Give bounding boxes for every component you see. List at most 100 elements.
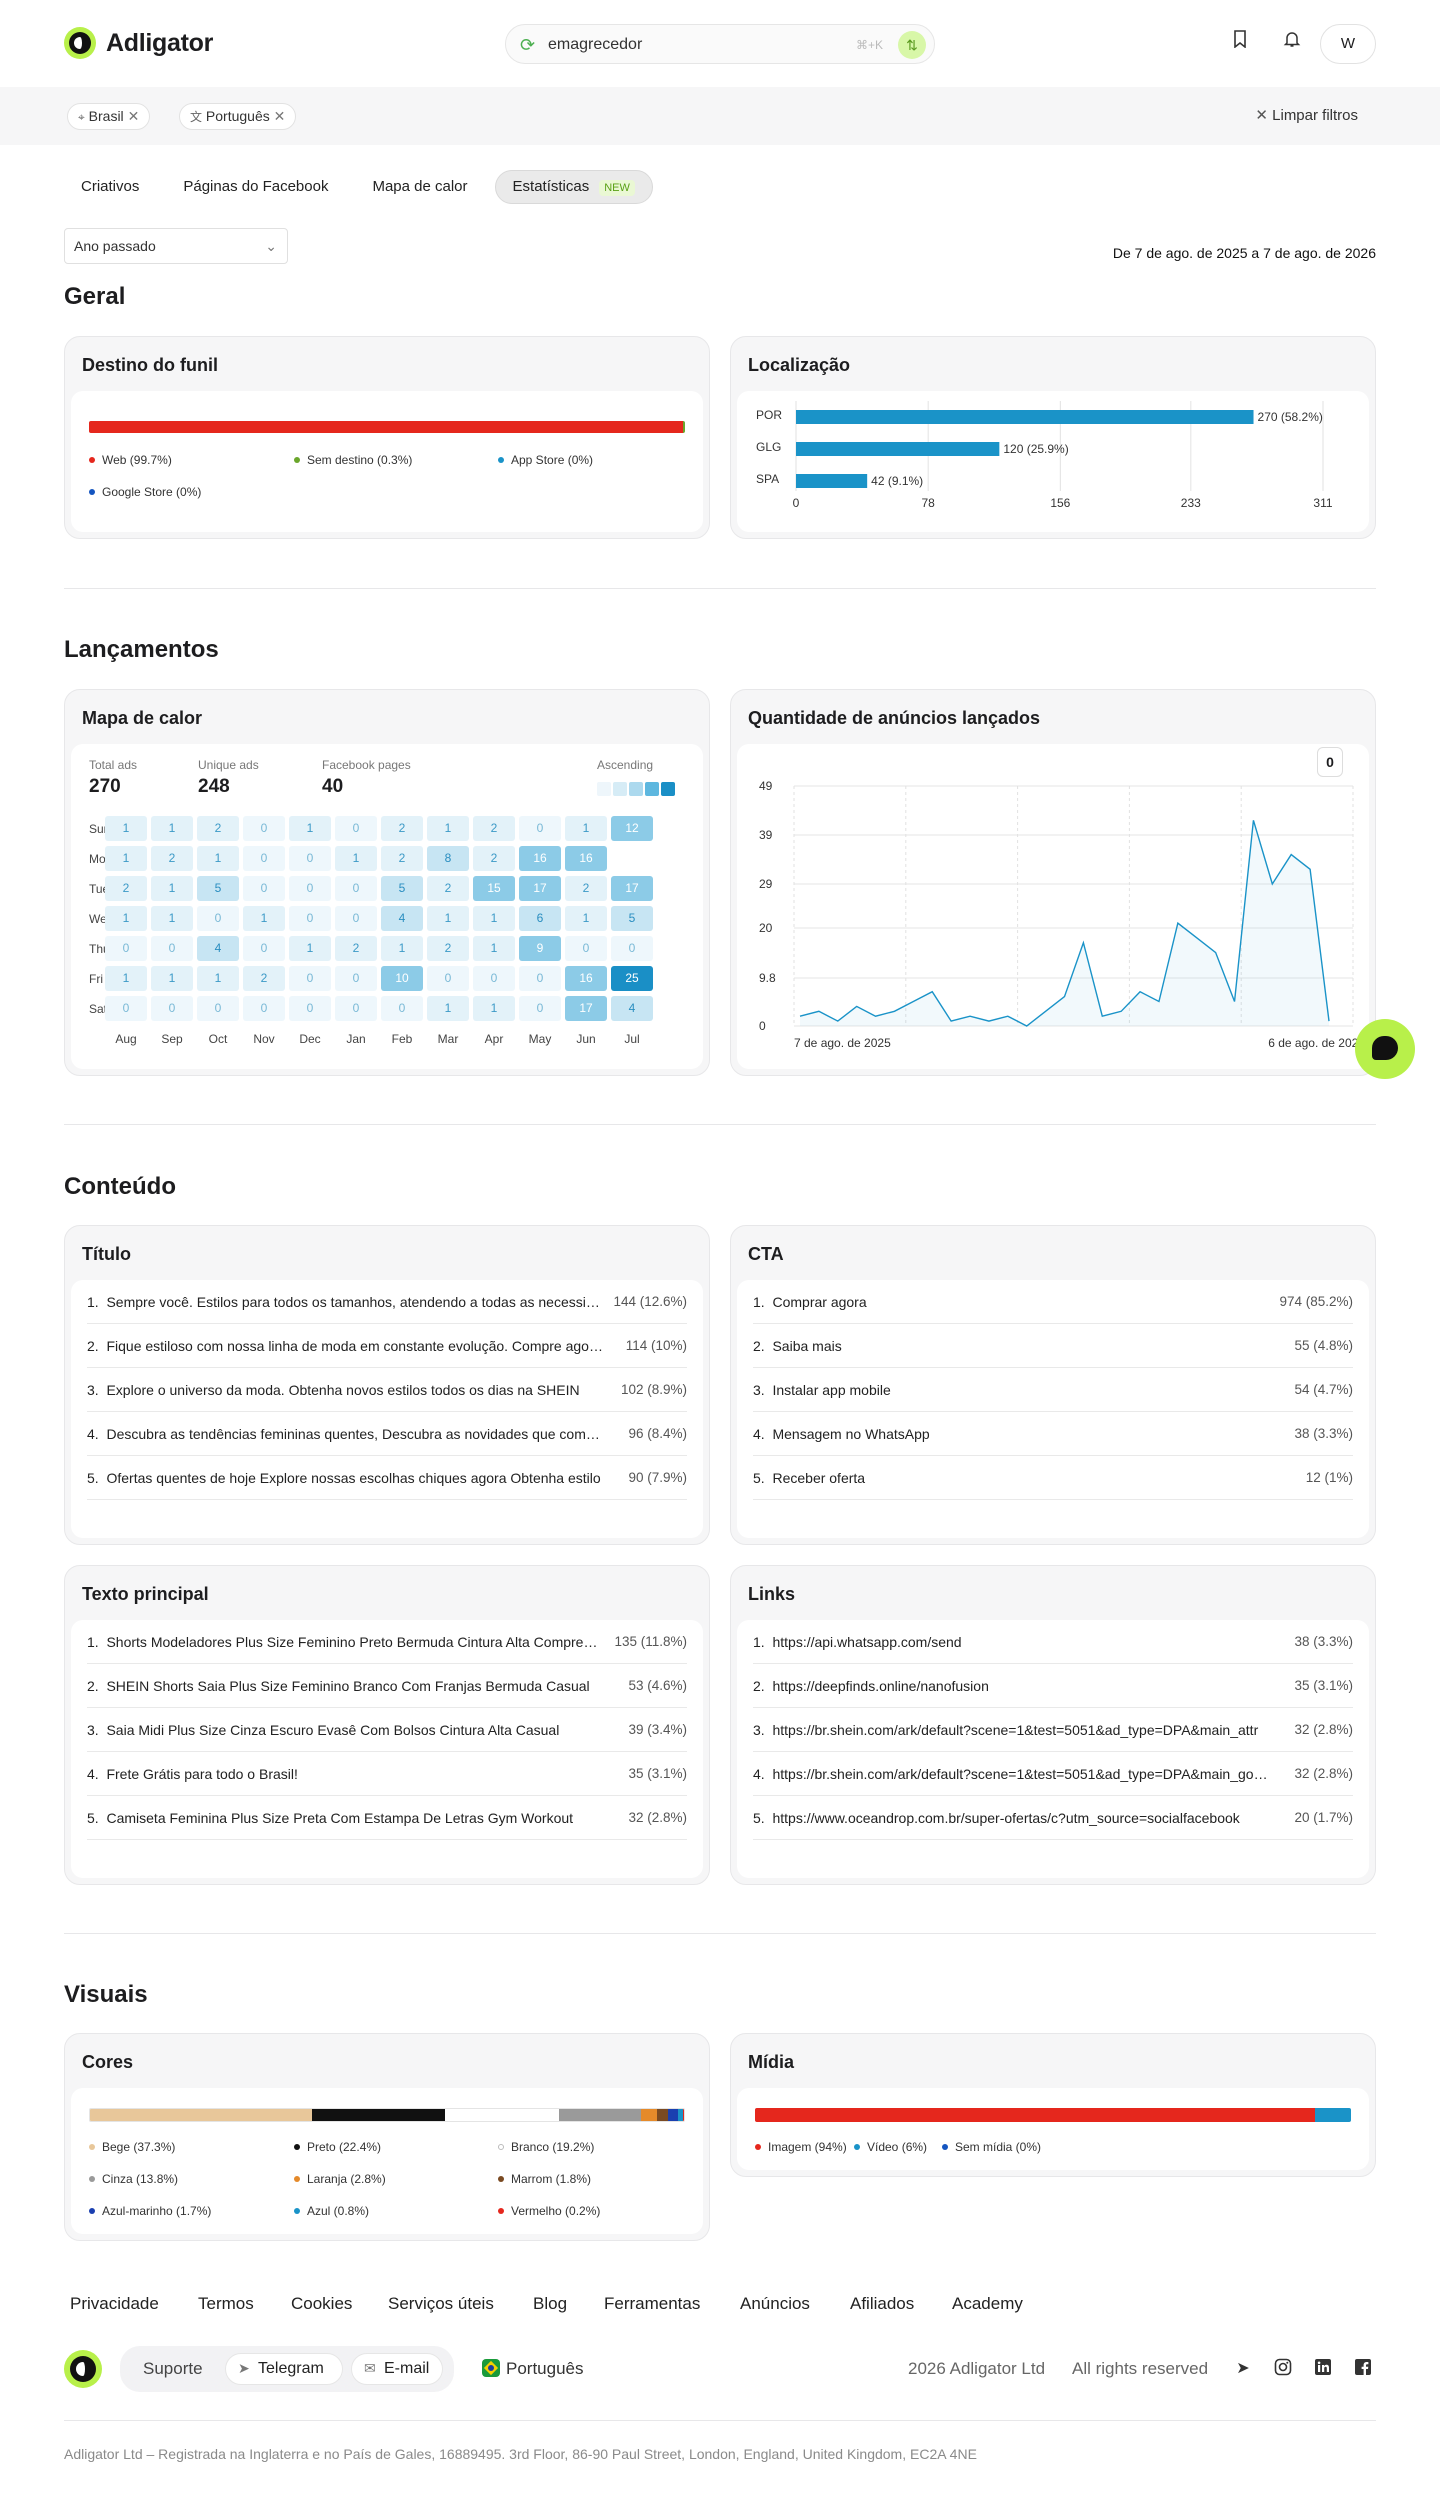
heatmap-cell[interactable]: 0 (335, 816, 377, 841)
heatmap-cell[interactable]: 1 (105, 966, 147, 991)
list-item[interactable]: 5. Ofertas quentes de hoje Explore nossa… (87, 1456, 687, 1500)
heatmap-cell[interactable]: 0 (335, 876, 377, 901)
heatmap-cell[interactable]: 0 (289, 876, 331, 901)
heatmap-cell[interactable]: 2 (381, 816, 423, 841)
list-item[interactable]: 3. Explore o universo da moda. Obtenha n… (87, 1368, 687, 1412)
heatmap-cell[interactable]: 2 (243, 966, 285, 991)
heatmap-cell[interactable]: 0 (473, 966, 515, 991)
linkedin-icon[interactable] (1312, 2358, 1334, 2380)
heatmap-cell[interactable]: 1 (289, 816, 331, 841)
email-button[interactable]: ✉ E-mail (351, 2353, 443, 2385)
footer-logo-icon[interactable] (64, 2350, 102, 2388)
period-select[interactable]: Ano passado ⌄ (64, 228, 288, 264)
heatmap-cell[interactable]: 1 (427, 906, 469, 931)
heatmap-cell[interactable]: 1 (151, 816, 193, 841)
facebook-icon[interactable] (1352, 2358, 1374, 2380)
close-icon[interactable]: ✕ (274, 108, 286, 124)
list-item[interactable]: 2. Saiba mais 55 (4.8%) (753, 1324, 1353, 1368)
heatmap-cell[interactable]: 2 (105, 876, 147, 901)
heatmap-cell[interactable]: 0 (197, 906, 239, 931)
heatmap-cell[interactable]: 0 (335, 966, 377, 991)
telegram-icon[interactable]: ➤ (1232, 2358, 1254, 2380)
heatmap-cell[interactable]: 1 (197, 966, 239, 991)
heatmap-cell[interactable]: 1 (427, 816, 469, 841)
list-item[interactable]: 1. Shorts Modeladores Plus Size Feminino… (87, 1620, 687, 1664)
heatmap-cell[interactable]: 0 (243, 816, 285, 841)
list-item[interactable]: 2. SHEIN Shorts Saia Plus Size Feminino … (87, 1664, 687, 1708)
heatmap-cell[interactable]: 5 (611, 906, 653, 931)
heatmap-cell[interactable]: 4 (611, 996, 653, 1021)
heatmap-cell[interactable]: 5 (197, 876, 239, 901)
heatmap-cell[interactable]: 2 (151, 846, 193, 871)
avatar[interactable]: W (1320, 24, 1376, 64)
footer-link-cookies[interactable]: Cookies (291, 2294, 352, 2314)
list-item[interactable]: 1. Sempre você. Estilos para todos os ta… (87, 1280, 687, 1324)
list-item[interactable]: 5. Camiseta Feminina Plus Size Preta Com… (87, 1796, 687, 1840)
heatmap-cell[interactable]: 2 (427, 936, 469, 961)
heatmap-cell[interactable]: 1 (473, 936, 515, 961)
list-item[interactable]: 2. Fique estiloso com nossa linha de mod… (87, 1324, 687, 1368)
footer-link-tools[interactable]: Ferramentas (604, 2294, 700, 2314)
list-item[interactable]: 3. Instalar app mobile 54 (4.7%) (753, 1368, 1353, 1412)
heatmap-cell[interactable]: 0 (611, 936, 653, 961)
heatmap-cell[interactable]: 0 (243, 936, 285, 961)
footer-link-privacy[interactable]: Privacidade (70, 2294, 159, 2314)
heatmap-cell[interactable]: 1 (473, 906, 515, 931)
heatmap-cell[interactable]: 17 (519, 876, 561, 901)
list-item[interactable]: 4. Descubra as tendências femininas quen… (87, 1412, 687, 1456)
heatmap-cell[interactable]: 0 (335, 996, 377, 1021)
heatmap-cell[interactable]: 0 (381, 996, 423, 1021)
search-input[interactable]: ⟳ emagrecedor ⌘+K ⇅ (505, 24, 935, 64)
telegram-button[interactable]: ➤ Telegram (225, 2353, 343, 2385)
language-selector[interactable]: Português (482, 2359, 584, 2379)
heatmap-cell[interactable]: 0 (197, 996, 239, 1021)
list-item[interactable]: 5. https://www.oceandrop.com.br/super-of… (753, 1796, 1353, 1840)
heatmap-cell[interactable]: 8 (427, 846, 469, 871)
heatmap-cell[interactable]: 12 (611, 816, 653, 841)
heatmap-cell[interactable]: 2 (473, 846, 515, 871)
heatmap-cell[interactable]: 25 (611, 966, 653, 991)
filter-chip-country[interactable]: ⌖ Brasil ✕ (67, 103, 151, 130)
list-item[interactable]: 1. Comprar agora 974 (85.2%) (753, 1280, 1353, 1324)
bookmark-icon[interactable] (1228, 30, 1252, 54)
footer-link-blog[interactable]: Blog (533, 2294, 567, 2314)
heatmap-cell[interactable]: 4 (381, 906, 423, 931)
heatmap-cell[interactable]: 4 (197, 936, 239, 961)
heatmap-cell[interactable]: 0 (519, 996, 561, 1021)
brand-logo[interactable]: Adligator (64, 27, 213, 59)
heatmap-cell[interactable]: 0 (151, 936, 193, 961)
heatmap-cell[interactable]: 15 (473, 876, 515, 901)
tab-facebook-pages[interactable]: Páginas do Facebook (166, 170, 345, 204)
heatmap-cell[interactable]: 0 (243, 846, 285, 871)
heatmap-cell[interactable]: 1 (381, 936, 423, 961)
heatmap-cell[interactable]: 1 (151, 876, 193, 901)
filter-chip-language[interactable]: 文 Português ✕ (179, 103, 297, 130)
heatmap-cell[interactable]: 0 (519, 966, 561, 991)
heatmap-cell[interactable]: 0 (151, 996, 193, 1021)
heatmap-cell[interactable]: 0 (105, 996, 147, 1021)
heatmap-cell[interactable]: 1 (335, 846, 377, 871)
list-item[interactable]: 1. https://api.whatsapp.com/send 38 (3.3%… (753, 1620, 1353, 1664)
heatmap-cell[interactable]: 1 (243, 906, 285, 931)
list-item[interactable]: 4. Mensagem no WhatsApp 38 (3.3%) (753, 1412, 1353, 1456)
footer-link-services[interactable]: Serviços úteis (388, 2294, 494, 2314)
heatmap-cell[interactable]: 1 (289, 936, 331, 961)
footer-link-academy[interactable]: Academy (952, 2294, 1023, 2314)
close-icon[interactable]: ✕ (128, 108, 140, 124)
footer-link-terms[interactable]: Termos (198, 2294, 254, 2314)
instagram-icon[interactable] (1272, 2358, 1294, 2380)
tab-heatmap[interactable]: Mapa de calor (355, 170, 484, 204)
heatmap-cell[interactable]: 0 (519, 816, 561, 841)
heatmap-cell[interactable]: 16 (565, 846, 607, 871)
heatmap-cell[interactable]: 0 (289, 906, 331, 931)
heatmap-cell[interactable]: 1 (105, 906, 147, 931)
heatmap-cell[interactable]: 0 (335, 906, 377, 931)
heatmap-cell[interactable]: 1 (565, 816, 607, 841)
heatmap-cell[interactable]: 17 (565, 996, 607, 1021)
footer-link-ads[interactable]: Anúncios (740, 2294, 810, 2314)
list-item[interactable]: 4. https://br.shein.com/ark/default?scen… (753, 1752, 1353, 1796)
list-item[interactable]: 4. Frete Grátis para todo o Brasil! 35 (3… (87, 1752, 687, 1796)
heatmap-cell[interactable]: 17 (611, 876, 653, 901)
heatmap-cell[interactable]: 2 (565, 876, 607, 901)
heatmap-cell[interactable]: 0 (243, 876, 285, 901)
